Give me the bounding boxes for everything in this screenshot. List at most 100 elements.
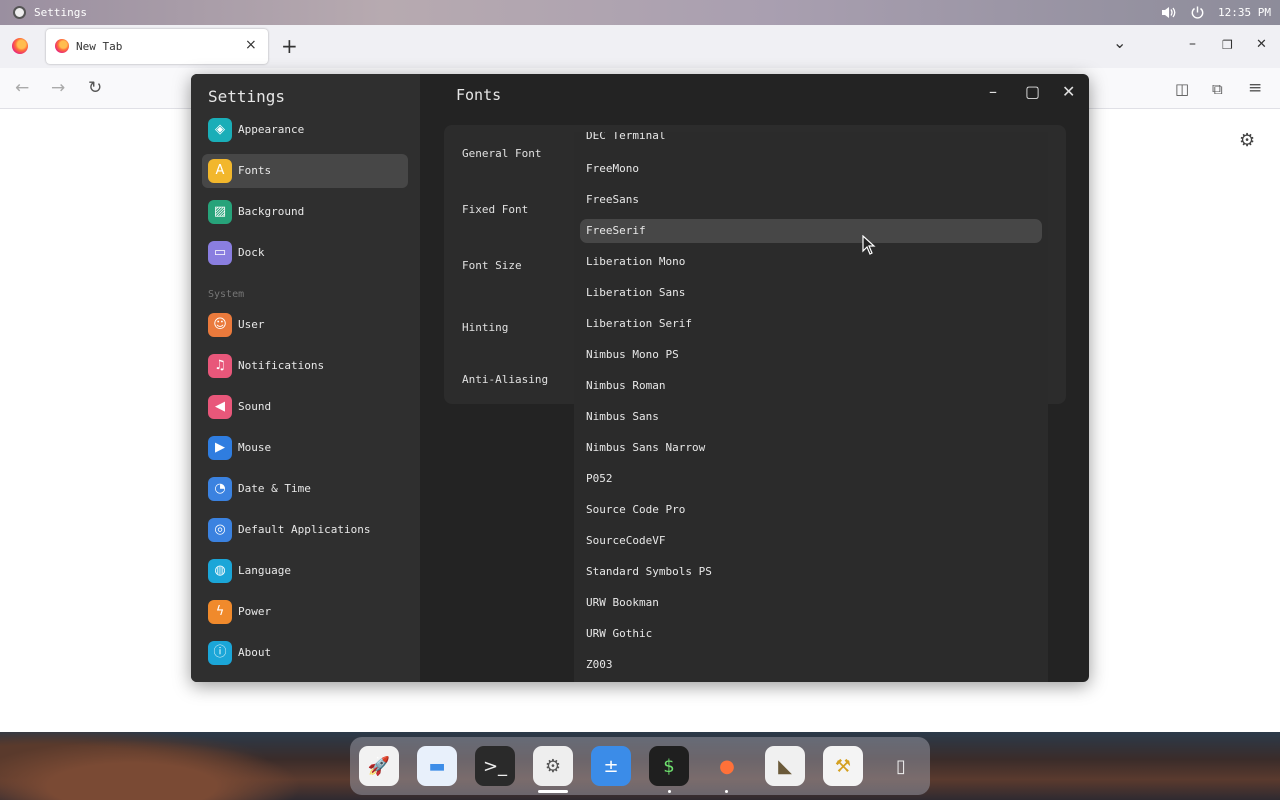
font-option-label: FreeSans bbox=[586, 193, 639, 206]
font-option-label: SourceCodeVF bbox=[586, 534, 666, 547]
font-option-label: FreeMono bbox=[586, 162, 639, 175]
dock-software-center-icon[interactable]: ⚒ bbox=[823, 746, 863, 786]
back-button[interactable]: ← bbox=[15, 78, 29, 98]
new-tab-button[interactable]: + bbox=[281, 34, 298, 58]
appearance-icon: ◈ bbox=[208, 118, 232, 142]
tab-new-tab[interactable]: New Tab × bbox=[46, 29, 268, 64]
sidebar-item-default-applications[interactable]: ◎ Default Applications bbox=[202, 513, 408, 547]
clock[interactable]: 12:35 PM bbox=[1218, 6, 1271, 19]
font-option[interactable]: Nimbus Mono PS bbox=[580, 343, 1042, 367]
tab-close-icon[interactable]: × bbox=[245, 37, 257, 53]
sidebar-item-label: User bbox=[238, 318, 265, 331]
font-option[interactable]: FreeMono bbox=[580, 157, 1042, 181]
user-icon: ☺ bbox=[208, 313, 232, 337]
dock-running-dot bbox=[725, 790, 728, 793]
sidebar-item-fonts[interactable]: A Fonts bbox=[202, 154, 408, 188]
sidebar-item-label: Language bbox=[238, 564, 291, 577]
dock-settings-icon[interactable]: ⚙ bbox=[533, 746, 573, 786]
forward-button[interactable]: → bbox=[51, 78, 65, 98]
font-option[interactable]: Source Code Pro bbox=[580, 498, 1042, 522]
browser-minimize-button[interactable]: – bbox=[1189, 36, 1196, 52]
dock-launcher-icon[interactable]: 🚀 bbox=[359, 746, 399, 786]
pocket-icon[interactable]: ◫ bbox=[1175, 80, 1189, 98]
volume-icon[interactable] bbox=[1160, 5, 1178, 20]
font-option[interactable]: DEC Terminal bbox=[580, 132, 1042, 153]
browser-menu-icon[interactable]: ≡ bbox=[1248, 78, 1262, 98]
dock-gimp-icon[interactable]: ◣ bbox=[765, 746, 805, 786]
window-maximize-button[interactable]: ▢ bbox=[1025, 82, 1040, 101]
font-option[interactable]: SourceCodeVF bbox=[580, 529, 1042, 553]
anti-aliasing-label: Anti-Aliasing bbox=[462, 373, 549, 386]
browser-close-button[interactable]: ✕ bbox=[1256, 37, 1267, 52]
firefox-view-icon[interactable] bbox=[12, 38, 28, 54]
list-all-tabs-chevron-icon[interactable]: ⌄ bbox=[1113, 33, 1126, 52]
sidebar-item-appearance[interactable]: ◈ Appearance bbox=[202, 113, 408, 147]
window-close-button[interactable]: ✕ bbox=[1062, 82, 1075, 101]
page-title: Fonts bbox=[456, 86, 502, 104]
sidebar-item-label: Power bbox=[238, 605, 272, 618]
general-font-label: General Font bbox=[462, 147, 542, 160]
font-option-label: FreeSerif bbox=[586, 224, 646, 237]
font-option[interactable]: Liberation Mono bbox=[580, 250, 1042, 274]
fonts-icon: A bbox=[208, 159, 232, 183]
font-option-label: URW Bookman bbox=[586, 596, 659, 609]
font-option[interactable]: P052 bbox=[580, 467, 1042, 491]
font-option[interactable]: Nimbus Roman bbox=[580, 374, 1042, 398]
dock-files-icon[interactable]: ▬ bbox=[417, 746, 457, 786]
dock-calculator-icon[interactable]: ± bbox=[591, 746, 631, 786]
power-icon[interactable] bbox=[1190, 5, 1205, 20]
extensions-icon[interactable]: ⧉ bbox=[1212, 80, 1223, 98]
sidebar-item-user[interactable]: ☺ User bbox=[202, 308, 408, 342]
sidebar-item-label: Sound bbox=[238, 400, 272, 413]
font-option[interactable]: Nimbus Sans bbox=[580, 405, 1042, 429]
browser-restore-button[interactable]: ❐ bbox=[1222, 38, 1233, 52]
sidebar-item-label: Date & Time bbox=[238, 482, 311, 495]
font-option[interactable]: FreeSerif bbox=[580, 219, 1042, 243]
dock-system-monitor-icon[interactable]: $ bbox=[649, 746, 689, 786]
font-option[interactable]: Liberation Serif bbox=[580, 312, 1042, 336]
font-option-label: Z003 bbox=[586, 658, 613, 671]
sidebar-item-label: Default Applications bbox=[238, 523, 371, 536]
font-option-label: Liberation Serif bbox=[586, 317, 692, 330]
font-option-label: URW Gothic bbox=[586, 627, 653, 640]
sidebar-item-power[interactable]: ϟ Power bbox=[202, 595, 408, 629]
sound-icon: ◀ bbox=[208, 395, 232, 419]
font-option-label: Liberation Mono bbox=[586, 255, 686, 268]
font-option[interactable]: FreeSans bbox=[580, 188, 1042, 212]
sidebar-item-background[interactable]: ▨ Background bbox=[202, 195, 408, 229]
font-option-label: Nimbus Mono PS bbox=[586, 348, 679, 361]
font-option-label: Liberation Sans bbox=[586, 286, 686, 299]
mouse-icon: ▶ bbox=[208, 436, 232, 460]
sidebar-item-label: About bbox=[238, 646, 272, 659]
font-option[interactable]: Standard Symbols PS bbox=[580, 560, 1042, 584]
window-minimize-button[interactable]: – bbox=[989, 82, 997, 101]
reload-button[interactable]: ↻ bbox=[88, 78, 102, 98]
settings-app-icon bbox=[13, 6, 26, 19]
hinting-label: Hinting bbox=[462, 321, 509, 334]
sidebar-item-notifications[interactable]: ♫ Notifications bbox=[202, 349, 408, 383]
sidebar-item-date-time[interactable]: ◔ Date & Time bbox=[202, 472, 408, 506]
font-option[interactable]: Nimbus Sans Narrow bbox=[580, 436, 1042, 460]
dock-firefox-icon[interactable]: ● bbox=[707, 746, 747, 786]
active-app-title: Settings bbox=[34, 6, 87, 19]
sidebar-item-language[interactable]: ◍ Language bbox=[202, 554, 408, 588]
font-option[interactable]: URW Gothic bbox=[580, 622, 1042, 646]
sidebar-item-about[interactable]: ⓘ About bbox=[202, 636, 408, 670]
firefox-favicon-icon bbox=[55, 39, 69, 53]
dock-terminal-icon[interactable]: >_ bbox=[475, 746, 515, 786]
new-tab-settings-gear-icon[interactable]: ⚙ bbox=[1239, 130, 1255, 151]
sidebar-item-label: Notifications bbox=[238, 359, 325, 372]
sidebar-item-mouse[interactable]: ▶ Mouse bbox=[202, 431, 408, 465]
sidebar-item-sound[interactable]: ◀ Sound bbox=[202, 390, 408, 424]
sidebar-item-label: Dock bbox=[238, 246, 265, 259]
notifications-icon: ♫ bbox=[208, 354, 232, 378]
font-option[interactable]: URW Bookman bbox=[580, 591, 1042, 615]
font-option[interactable]: Z003 bbox=[580, 653, 1042, 677]
sidebar-item-dock[interactable]: ▭ Dock bbox=[202, 236, 408, 270]
font-option[interactable]: Liberation Sans bbox=[580, 281, 1042, 305]
font-dropdown-list[interactable]: DEC Terminal FreeMono FreeSans FreeSerif Li… bbox=[574, 132, 1048, 682]
sidebar-item-label: Mouse bbox=[238, 441, 272, 454]
font-option-label: DEC Terminal bbox=[586, 132, 666, 142]
system-top-bar: Settings 12:35 PM bbox=[0, 0, 1280, 25]
dock-trash-icon[interactable]: ▯ bbox=[881, 746, 921, 786]
